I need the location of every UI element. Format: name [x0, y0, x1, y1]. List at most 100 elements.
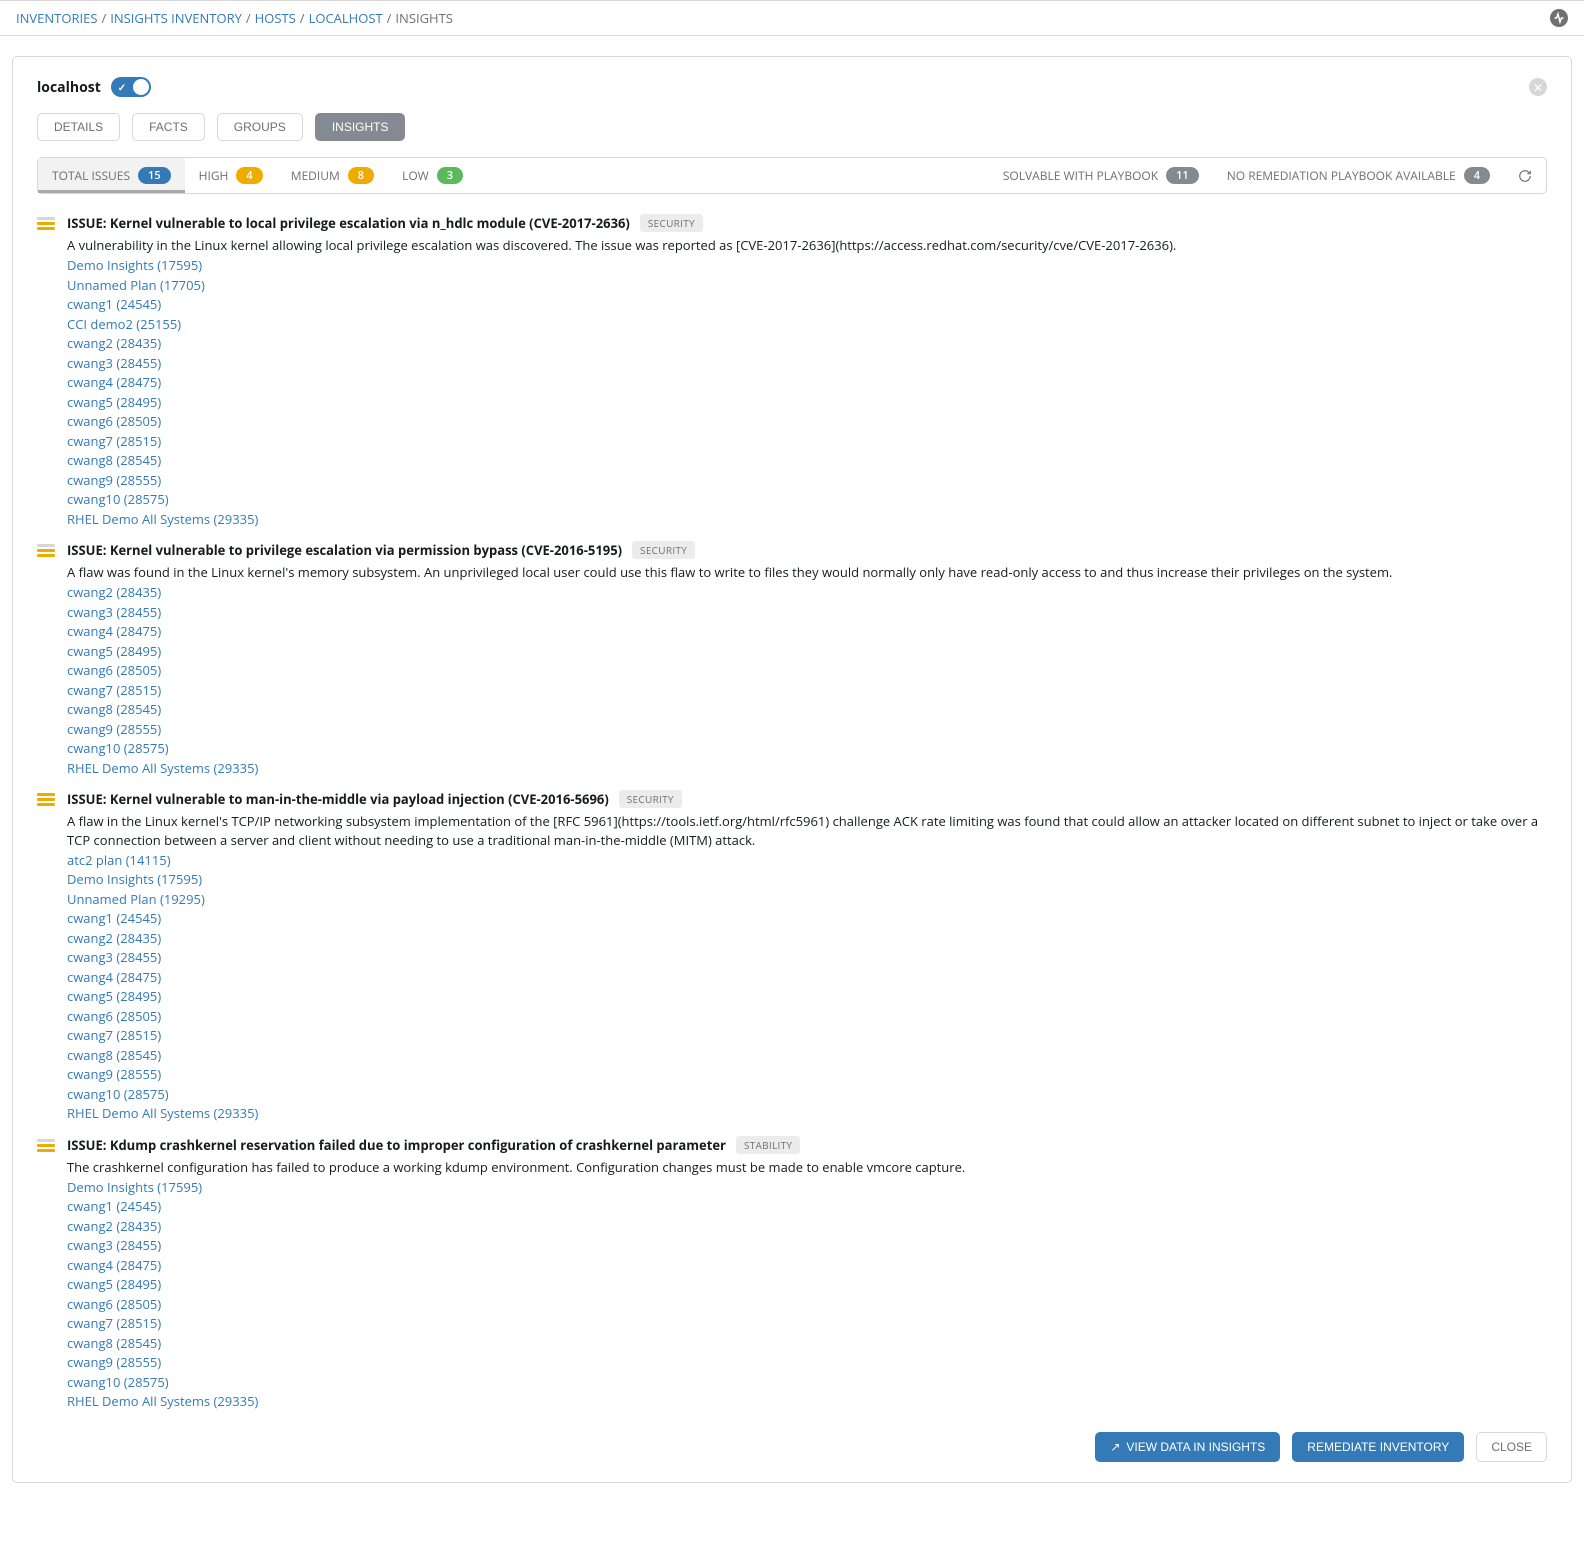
plan-link[interactable]: cwang4 (28475) [67, 373, 1547, 393]
host-enabled-toggle[interactable] [111, 77, 151, 97]
plan-link[interactable]: cwang2 (28435) [67, 583, 1547, 603]
plan-link[interactable]: cwang6 (28505) [67, 661, 1547, 681]
filter-solvable-with-playbook[interactable]: SOLVABLE WITH PLAYBOOK11 [989, 158, 1213, 193]
filter-count: 8 [348, 167, 374, 184]
plan-link[interactable]: RHEL Demo All Systems (29335) [67, 759, 1547, 779]
plan-link[interactable]: cwang5 (28495) [67, 1275, 1547, 1295]
plan-link[interactable]: cwang2 (28435) [67, 334, 1547, 354]
tab-facts[interactable]: FACTS [132, 113, 205, 141]
remediate-button[interactable]: REMEDIATE INVENTORY [1292, 1432, 1464, 1462]
issue-body: ISSUE: Kernel vulnerable to local privil… [67, 214, 1547, 529]
issue-title: ISSUE: Kernel vulnerable to man-in-the-m… [67, 790, 609, 808]
breadcrumb-link[interactable]: Insights Inventory [110, 9, 242, 27]
panel-header: localhost ✕ [37, 77, 1547, 97]
filter-count: 15 [138, 167, 171, 184]
close-icon[interactable]: ✕ [1529, 78, 1547, 96]
issue-title: ISSUE: Kernel vulnerable to local privil… [67, 214, 630, 232]
plan-link[interactable]: cwang3 (28455) [67, 603, 1547, 623]
plan-link[interactable]: cwang10 (28575) [67, 739, 1547, 759]
view-data-label: VIEW DATA IN INSIGHTS [1126, 1440, 1265, 1454]
filter-low[interactable]: LOW 3 [388, 158, 477, 193]
filter-label: SOLVABLE WITH PLAYBOOK [1003, 167, 1158, 184]
close-button[interactable]: CLOSE [1476, 1432, 1547, 1462]
plan-link[interactable]: cwang2 (28435) [67, 1217, 1547, 1237]
filter-count: 3 [437, 167, 463, 184]
filter-label: LOW [402, 167, 429, 184]
tab-details[interactable]: DETAILS [37, 113, 120, 141]
plan-link[interactable]: cwang4 (28475) [67, 968, 1547, 988]
plan-link[interactable]: cwang10 (28575) [67, 490, 1547, 510]
tab-insights[interactable]: INSIGHTS [315, 113, 406, 141]
plan-link[interactable]: cwang1 (24545) [67, 295, 1547, 315]
breadcrumb-current: INSIGHTS [395, 9, 453, 27]
plan-link[interactable]: cwang5 (28495) [67, 393, 1547, 413]
refresh-button[interactable] [1504, 158, 1546, 193]
issue-item: ISSUE: Kernel vulnerable to man-in-the-m… [37, 782, 1547, 1127]
plan-link[interactable]: cwang8 (28545) [67, 1334, 1547, 1354]
plan-link[interactable]: Demo Insights (17595) [67, 1178, 1547, 1198]
plan-link[interactable]: cwang2 (28435) [67, 929, 1547, 949]
plan-link[interactable]: RHEL Demo All Systems (29335) [67, 1104, 1547, 1124]
host-name: localhost [37, 78, 101, 97]
plan-link[interactable]: cwang5 (28495) [67, 987, 1547, 1007]
plan-link[interactable]: cwang6 (28505) [67, 1007, 1547, 1027]
plan-link[interactable]: Unnamed Plan (17705) [67, 276, 1547, 296]
plan-link[interactable]: cwang6 (28505) [67, 412, 1547, 432]
plan-link[interactable]: cwang9 (28555) [67, 720, 1547, 740]
view-data-button[interactable]: ↗ VIEW DATA IN INSIGHTS [1095, 1432, 1280, 1462]
filter-no-remediation-playbook-available[interactable]: NO REMEDIATION PLAYBOOK AVAILABLE4 [1213, 158, 1504, 193]
plan-link[interactable]: cwang3 (28455) [67, 1236, 1547, 1256]
plan-link[interactable]: cwang7 (28515) [67, 432, 1547, 452]
filter-total-issues[interactable]: TOTAL ISSUES15 [38, 158, 185, 193]
issue-tag: SECURITY [632, 541, 695, 559]
activity-stream-icon[interactable] [1550, 9, 1568, 27]
filter-label: HIGH [199, 167, 229, 184]
plan-link[interactable]: cwang10 (28575) [67, 1085, 1547, 1105]
filter-count: 4 [1464, 167, 1490, 184]
plan-link[interactable]: cwang4 (28475) [67, 622, 1547, 642]
severity-filters: TOTAL ISSUES15HIGH4MEDIUM8 LOW 3 [38, 158, 477, 193]
plan-link[interactable]: Unnamed Plan (19295) [67, 890, 1547, 910]
plan-link[interactable]: Demo Insights (17595) [67, 870, 1547, 890]
plan-link[interactable]: cwang5 (28495) [67, 642, 1547, 662]
plan-link[interactable]: cwang3 (28455) [67, 354, 1547, 374]
filter-medium[interactable]: MEDIUM8 [277, 158, 388, 193]
plan-link[interactable]: cwang3 (28455) [67, 948, 1547, 968]
issue-title: ISSUE: Kernel vulnerable to privilege es… [67, 541, 622, 559]
plan-link[interactable]: cwang1 (24545) [67, 909, 1547, 929]
plan-link[interactable]: atc2 plan (14115) [67, 851, 1547, 871]
breadcrumb-link[interactable]: localhost [309, 9, 383, 27]
plan-link[interactable]: cwang8 (28545) [67, 451, 1547, 471]
plan-link[interactable]: cwang7 (28515) [67, 1314, 1547, 1334]
plan-link[interactable]: Demo Insights (17595) [67, 256, 1547, 276]
plan-link[interactable]: cwang9 (28555) [67, 1065, 1547, 1085]
filter-high[interactable]: HIGH4 [185, 158, 277, 193]
plan-link[interactable]: cwang8 (28545) [67, 1046, 1547, 1066]
breadcrumb-link[interactable]: INVENTORIES [16, 9, 97, 27]
host-panel: localhost ✕ DETAILS FACTS GROUPS INSIGHTS T… [12, 56, 1572, 1483]
breadcrumb-link[interactable]: HOSTS [255, 9, 296, 27]
plan-link[interactable]: cwang7 (28515) [67, 681, 1547, 701]
plan-link[interactable]: cwang6 (28505) [67, 1295, 1547, 1315]
plan-link[interactable]: cwang8 (28545) [67, 700, 1547, 720]
issue-tag: SECURITY [640, 214, 703, 232]
issue-links: Demo Insights (17595)cwang1 (24545)cwang… [67, 1178, 1547, 1412]
plan-link[interactable]: cwang1 (24545) [67, 1197, 1547, 1217]
severity-icon [37, 1136, 55, 1412]
issue-body: ISSUE: Kernel vulnerable to man-in-the-m… [67, 790, 1547, 1123]
breadcrumb: INVENTORIES/Insights Inventory/HOSTS/loc… [16, 9, 453, 27]
plan-link[interactable]: RHEL Demo All Systems (29335) [67, 510, 1547, 530]
close-label: CLOSE [1491, 1440, 1532, 1454]
plan-link[interactable]: CCI demo2 (25155) [67, 315, 1547, 335]
plan-link[interactable]: cwang9 (28555) [67, 471, 1547, 491]
plan-link[interactable]: cwang7 (28515) [67, 1026, 1547, 1046]
plan-link[interactable]: cwang10 (28575) [67, 1373, 1547, 1393]
remediate-label: REMEDIATE INVENTORY [1307, 1440, 1449, 1454]
plan-link[interactable]: cwang9 (28555) [67, 1353, 1547, 1373]
severity-icon [37, 214, 55, 529]
plan-link[interactable]: cwang4 (28475) [67, 1256, 1547, 1276]
plan-link[interactable]: RHEL Demo All Systems (29335) [67, 1392, 1547, 1412]
issue-links: atc2 plan (14115)Demo Insights (17595)Un… [67, 851, 1547, 1124]
issue-links: cwang2 (28435)cwang3 (28455)cwang4 (2847… [67, 583, 1547, 778]
tab-groups[interactable]: GROUPS [217, 113, 303, 141]
